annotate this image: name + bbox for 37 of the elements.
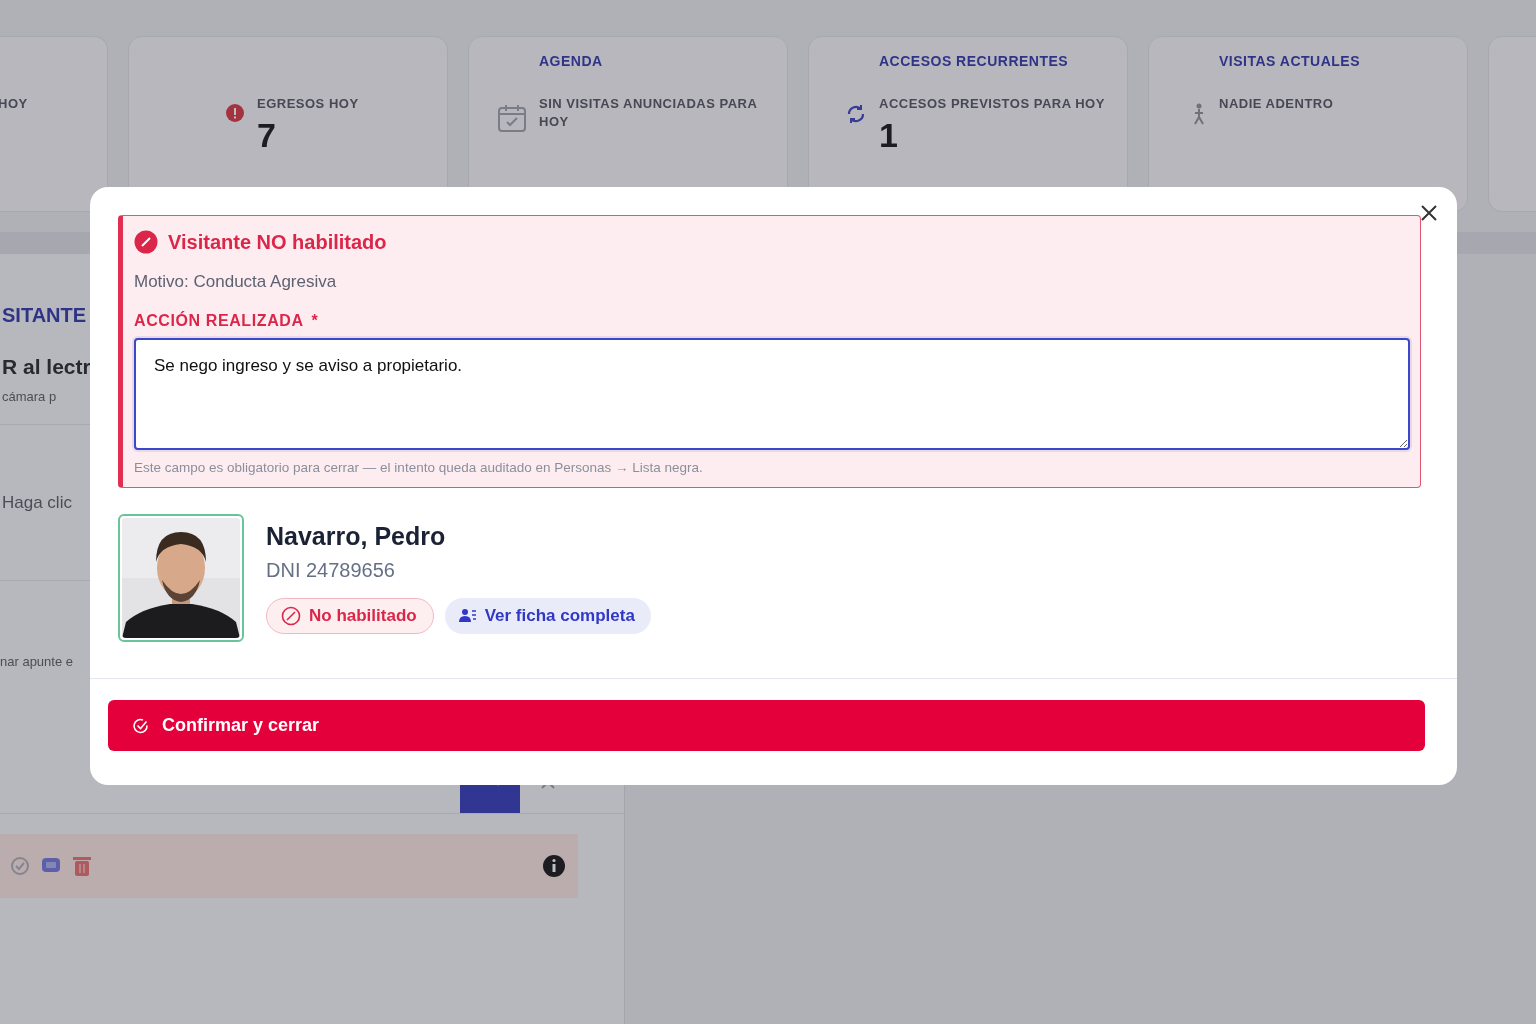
- note-text: nar apunte e: [0, 653, 73, 669]
- alert-title: Visitante NO habilitado: [168, 230, 387, 254]
- card-title: ACCESOS RECURRENTES: [879, 53, 1070, 71]
- card-label: SIN VISITAS ANUNCIADAS PARA HOY: [539, 95, 758, 131]
- check-circle-icon: [132, 716, 150, 735]
- confirm-button[interactable]: Confirmar y cerrar: [108, 700, 1425, 751]
- document-number: DNI 24789656: [266, 559, 396, 582]
- check-circle-icon[interactable]: [10, 856, 30, 876]
- blocked-icon: [281, 606, 301, 626]
- people-icon: [458, 608, 477, 624]
- card-label: ACCESOS PREVISTOS PARA HOY: [879, 95, 1106, 113]
- walking-person-icon: [1191, 103, 1207, 125]
- status-badge: No habilitado: [266, 598, 434, 634]
- info-icon[interactable]: [542, 854, 566, 878]
- refresh-icon: [845, 103, 867, 125]
- section-subtext: cámara p: [2, 389, 57, 404]
- card-label: EGRESOS HOY: [257, 95, 360, 113]
- required-mark: *: [311, 312, 319, 330]
- calendar-icon: [497, 103, 527, 133]
- trash-icon[interactable]: [72, 855, 92, 877]
- close-icon[interactable]: [1419, 203, 1439, 223]
- person-name: Navarro, Pedro: [266, 522, 447, 551]
- section-heading: R al lectr: [2, 355, 91, 379]
- card-label: NADIE ADENTRO: [1219, 95, 1335, 113]
- profile-link-button[interactable]: Ver ficha completa: [444, 598, 651, 634]
- field-hint: Este campo es obligatorio para cerrar — el intento queda auditado en Personas → Lista negra.: [134, 460, 704, 475]
- hint-text: Haga clic: [2, 492, 72, 513]
- section-title: SITANTE: [2, 304, 87, 327]
- action-field[interactable]: Se nego ingreso y se aviso a propietario.: [134, 338, 1410, 450]
- card-title: VISITAS ACTUALES: [1219, 53, 1361, 71]
- reason-text: Motivo: Conducta Agresiva: [134, 272, 338, 292]
- card-title: AGENDA: [539, 53, 604, 71]
- blocked-icon: [134, 230, 158, 254]
- field-label: ACCIÓN REALIZADA: [134, 312, 304, 330]
- card-value: 7: [257, 117, 277, 153]
- card-value: 1: [879, 117, 899, 153]
- alert-dot-icon: [225, 103, 245, 123]
